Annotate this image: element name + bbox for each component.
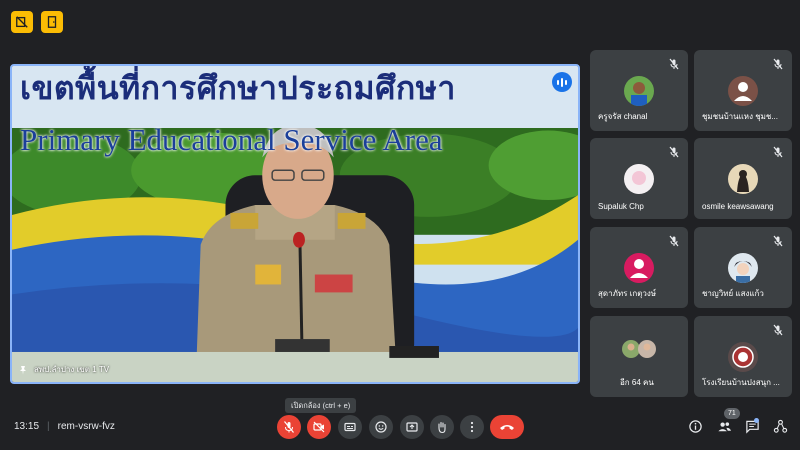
closed-captions-icon xyxy=(344,422,356,432)
activity-indicator-button[interactable] xyxy=(41,11,63,33)
speaking-indicator-icon xyxy=(552,72,572,92)
door-icon xyxy=(47,16,57,28)
activities-icon xyxy=(773,419,787,433)
participant-name: ครูจรัส chanal xyxy=(598,112,648,121)
mic-off-icon xyxy=(773,235,783,247)
more-vert-icon xyxy=(470,421,474,433)
avatar xyxy=(728,164,758,194)
participant-name: โรงเรียนบ้านปงสนุก ... xyxy=(702,378,780,387)
mic-off-icon xyxy=(773,146,783,158)
mic-off-icon xyxy=(773,58,783,70)
people-button[interactable] xyxy=(715,417,733,435)
camera-toggle-button[interactable] xyxy=(307,415,331,439)
mic-off-icon xyxy=(669,235,679,247)
default-person-avatar xyxy=(624,253,654,283)
captions-button[interactable] xyxy=(338,415,362,439)
separator: | xyxy=(47,421,50,432)
participant-tile[interactable]: ครูจรัส chanal xyxy=(590,50,688,131)
speaker-name-label: สพป.ลำปาง เขต 1 TV xyxy=(18,363,109,376)
microphone-toggle-button[interactable] xyxy=(277,415,301,439)
mic-off-icon xyxy=(773,324,783,336)
activities-button[interactable] xyxy=(771,417,789,435)
more-options-button[interactable] xyxy=(460,415,484,439)
participant-name: ชาญวิทย์ แสงแก้ว xyxy=(702,289,764,298)
default-person-avatar xyxy=(728,76,758,106)
record-off-icon xyxy=(16,16,28,28)
participant-tile[interactable]: สุดาภัทร เกตุวงษ์ xyxy=(590,227,688,308)
participant-name: Supaluk Chp xyxy=(598,202,644,211)
meeting-time: 13:15 xyxy=(14,421,40,432)
people-icon xyxy=(717,421,731,431)
mic-off-icon xyxy=(284,421,294,433)
participant-tile[interactable]: โรงเรียนบ้านปงสนุก ... xyxy=(694,316,792,397)
info-icon xyxy=(688,419,702,433)
meeting-details-button[interactable] xyxy=(686,417,704,435)
avatar xyxy=(728,253,758,283)
recording-indicator-button[interactable] xyxy=(11,11,33,33)
leave-call-button[interactable] xyxy=(490,415,524,439)
meeting-code: rem-vsrw-fvz xyxy=(57,421,115,432)
participant-name: สุดาภัทร เกตุวงษ์ xyxy=(598,289,657,298)
others-count: อีก 64 คน xyxy=(620,378,654,387)
avatar xyxy=(624,76,654,106)
participant-tile[interactable]: Supaluk Chp xyxy=(590,138,688,219)
camera-off-icon xyxy=(313,421,325,433)
camera-tooltip: เปิดกล้อง (ctrl + e) xyxy=(285,398,357,413)
avatar xyxy=(624,164,654,194)
emoji-icon xyxy=(375,421,387,433)
participant-name: ชุมชนบ้านแหง ชุมช... xyxy=(702,112,778,121)
participant-tile[interactable]: ชุมชนบ้านแหง ชุมช... xyxy=(694,50,792,131)
mic-off-icon xyxy=(669,58,679,70)
hand-icon xyxy=(438,421,446,434)
group-avatars xyxy=(620,338,660,360)
participant-name: osmile keawsawang xyxy=(702,202,774,211)
reactions-button[interactable] xyxy=(369,415,393,439)
chat-unread-dot xyxy=(754,418,759,423)
hang-up-icon xyxy=(500,425,514,430)
banner-english-text: Primary Educational Service Area xyxy=(20,122,443,157)
speaker-name: สพป.ลำปาง เขต 1 TV xyxy=(34,365,110,374)
present-icon xyxy=(406,422,418,432)
mic-off-icon xyxy=(669,146,679,158)
raise-hand-button[interactable] xyxy=(430,415,454,439)
avatar xyxy=(728,342,758,372)
present-screen-button[interactable] xyxy=(400,415,424,439)
pin-icon xyxy=(20,365,26,374)
others-tile[interactable]: อีก 64 คน xyxy=(590,316,688,397)
participant-tile[interactable]: osmile keawsawang xyxy=(694,138,792,219)
banner-thai-text: เขตพื้นที่การศึกษาประถมศึกษา xyxy=(20,69,456,107)
participant-tile[interactable]: ชาญวิทย์ แสงแก้ว xyxy=(694,227,792,308)
meeting-info: 13:15 | rem-vsrw-fvz xyxy=(14,421,115,432)
main-speaker-video[interactable]: เขตพื้นที่การศึกษาประถมศึกษา Primary Edu… xyxy=(10,64,580,384)
